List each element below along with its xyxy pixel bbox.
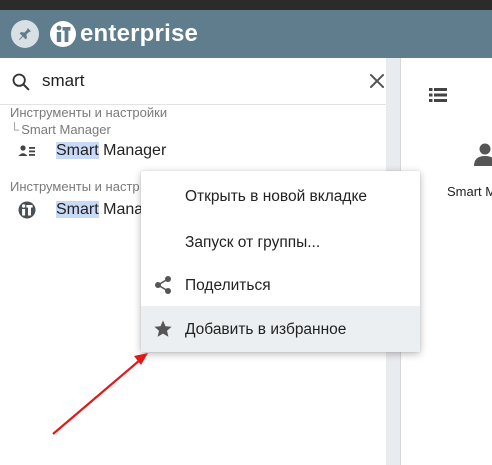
search-input[interactable] [42,66,342,96]
search-bar [0,58,386,105]
menu-item-open-new-tab[interactable]: Открыть в новой вкладке [141,173,420,219]
pin-button[interactable] [11,20,39,48]
brand-name: enterprise [80,20,199,47]
user-list-icon [18,145,35,156]
window-top-strip [0,0,492,10]
result-item-label-rest: Manager [98,142,167,159]
app-header: enterprise [0,10,492,58]
pin-icon [19,28,31,40]
menu-item-label: Поделиться [185,277,271,294]
context-menu: Открыть в новой вкладке Запуск от группы… [141,171,420,352]
app-logo: enterprise [50,16,198,52]
match-highlight-2: Smart [56,201,99,218]
app-logo-icon [18,201,36,219]
result-path: └ Smart Manager [10,122,111,137]
person-icon [474,143,492,166]
match-highlight: Smart [56,142,99,159]
result-category: Инструменты и настройки [10,105,168,120]
menu-item-label: Открыть в новой вкладке [185,188,368,205]
search-icon [12,73,30,91]
share-icon [155,276,171,294]
result-item-label-2: Smart Mana [56,201,143,219]
menu-item-add-to-favorites[interactable]: Добавить в избранное [141,306,420,352]
star-icon [154,320,172,337]
menu-item-share[interactable]: Поделиться [141,262,420,308]
menu-item-label: Запуск от группы... [185,234,321,251]
right-panel-label: Smart M [447,184,492,199]
clear-search-icon[interactable] [368,72,386,90]
menu-item-run-as-group[interactable]: Запуск от группы... [141,219,420,265]
list-view-icon[interactable] [429,88,447,102]
tree-corner-icon: └ [10,122,20,137]
logo-mark-icon [50,21,76,47]
result-path-label: Smart Manager [21,122,111,137]
result-item-label-rest-2: Mana [98,201,144,218]
result-category-2: Инструменты и настр [10,179,140,194]
result-item-label: Smart Manager [56,142,166,160]
menu-item-label: Добавить в избранное [185,321,347,338]
result-item-smart-manager[interactable]: Smart Manager [0,138,386,164]
